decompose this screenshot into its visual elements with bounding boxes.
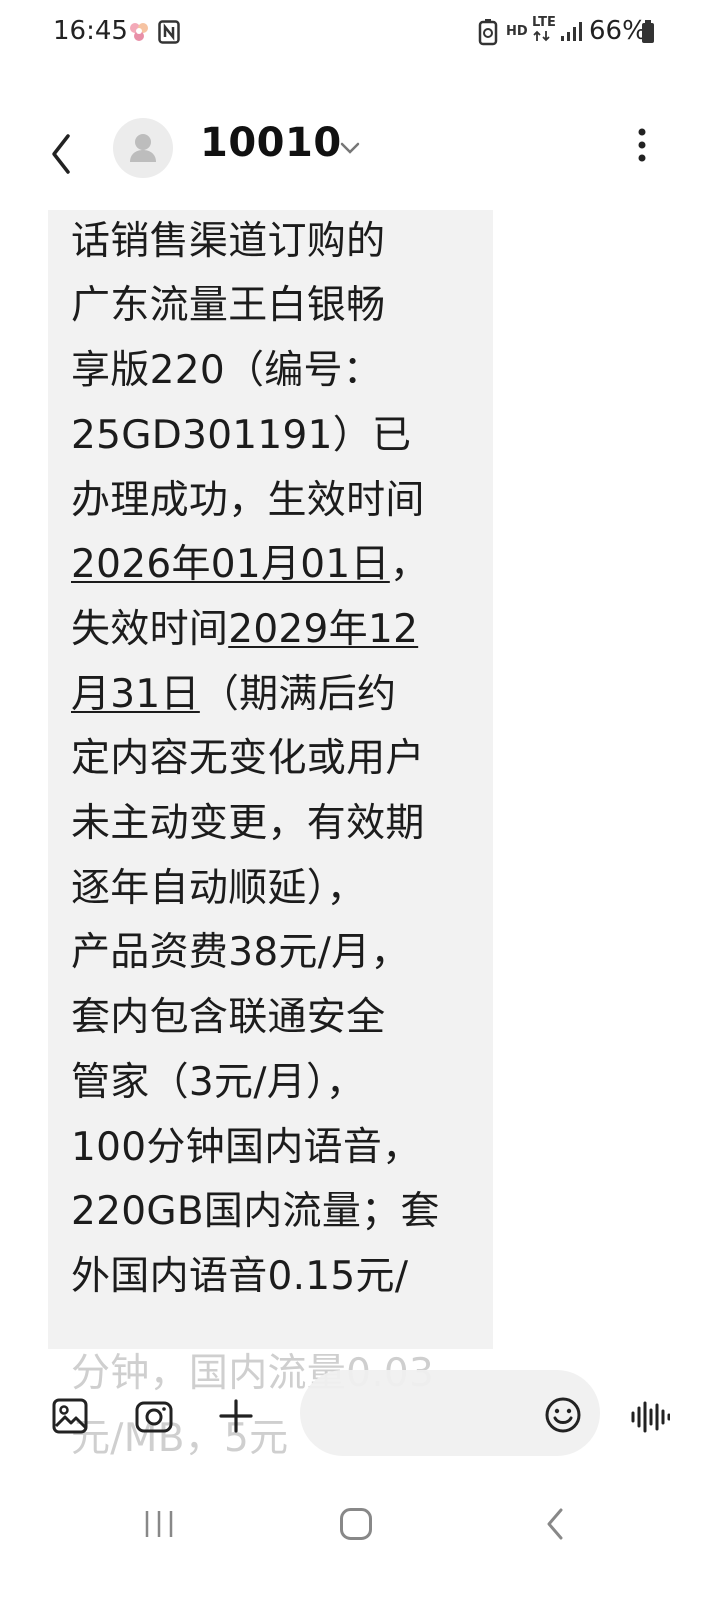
recents-icon[interactable] [143, 1508, 175, 1544]
message-line: 100分钟国内语音， [71, 1116, 481, 1181]
message-segment: 管家（3元/月）， [71, 1059, 366, 1105]
message-segment: 100分钟国内语音， [71, 1124, 422, 1170]
contact-name[interactable]: 10010 [200, 120, 342, 166]
plus-icon[interactable] [218, 1398, 254, 1438]
status-time: 16:45 [53, 16, 128, 46]
more-vert-icon [638, 128, 646, 162]
message-line: 2026年01月01日， [71, 533, 481, 598]
status-bar: 16:45 HD LTE 66% [0, 0, 720, 64]
message-segment: 外国内语音0.15元/ [71, 1253, 409, 1299]
message-segment: 广东流量王白银畅 [71, 283, 386, 329]
message-segment: 逐年自动顺延）， [71, 865, 366, 911]
message-segment: （期满后约 [199, 671, 397, 717]
message-segment: ， [389, 542, 430, 588]
back-icon[interactable] [543, 1507, 567, 1545]
image-icon[interactable] [52, 1398, 88, 1438]
message-line: 定内容无变化或用户 [71, 727, 481, 792]
message-line: 管家（3元/月）， [71, 1051, 481, 1116]
chevron-down-icon[interactable] [336, 134, 364, 162]
message-line: 广东流量王白银畅 [71, 274, 481, 339]
message-line: 220GB国内流量；套 [71, 1180, 481, 1245]
message-line: 外国内语音0.15元/ [71, 1245, 481, 1310]
battery-icon [641, 20, 655, 48]
nfc-icon [158, 20, 180, 48]
message-line: 月31日（期满后约 [71, 663, 481, 728]
message-line: 产品资费38元/月， [71, 921, 481, 986]
message-line: 未主动变更，有效期 [71, 792, 481, 857]
more-options-button[interactable] [630, 124, 654, 180]
message-segment: 办理成功，生效时间 [71, 477, 425, 523]
message-line: 享版220（编号： [71, 339, 481, 404]
voice-waveform-icon[interactable] [630, 1400, 671, 1438]
back-button[interactable] [40, 120, 84, 180]
signal-icon [560, 20, 584, 46]
camera-icon[interactable] [135, 1398, 173, 1438]
system-nav-bar [0, 1480, 720, 1600]
composer-bar [0, 1370, 720, 1470]
hd-badge: HD [506, 24, 528, 39]
message-line: 套内包含联通安全 [71, 986, 481, 1051]
message-text: 14日在中国联通电话销售渠道订购的广东流量王白银畅享版220（编号：25GD30… [71, 210, 481, 1310]
message-segment: 定内容无变化或用户 [71, 736, 425, 782]
message-link[interactable]: 2026年01月01日 [71, 542, 390, 587]
lte-badge: LTE [532, 16, 556, 46]
message-segment: 失效时间 [71, 606, 229, 652]
message-link[interactable]: 2029年12 [228, 607, 418, 652]
message-segment: 话销售渠道订购的 [71, 218, 386, 264]
message-segment: 套内包含联通安全 [71, 995, 386, 1041]
emoji-icon[interactable] [544, 1396, 582, 1438]
battery-percent: 66% [589, 16, 647, 46]
data-saver-icon [478, 18, 498, 50]
home-icon[interactable] [339, 1507, 373, 1545]
message-line: 25GD301191）已 [71, 404, 481, 469]
message-segment: 25GD301191）已 [71, 412, 412, 458]
back-arrow-icon [52, 134, 70, 174]
message-line: 逐年自动顺延）， [71, 857, 481, 922]
message-line: 失效时间2029年12 [71, 598, 481, 663]
contact-avatar[interactable] [113, 118, 173, 178]
message-list[interactable]: 14日在中国联通电话销售渠道订购的广东流量王白银畅享版220（编号：25GD30… [0, 210, 720, 1370]
message-line: 办理成功，生效时间 [71, 469, 481, 534]
app-notification-icon [126, 18, 152, 50]
message-link[interactable]: 月31日 [71, 672, 200, 717]
message-line: 话销售渠道订购的 [71, 210, 481, 274]
conversation-header: 10010 [0, 110, 720, 190]
message-segment: 未主动变更，有效期 [71, 801, 425, 847]
person-icon [130, 134, 156, 162]
message-segment: 享版220（编号： [71, 348, 383, 394]
message-segment: 220GB国内流量；套 [71, 1189, 440, 1235]
message-bubble[interactable]: 14日在中国联通电话销售渠道订购的广东流量王白银畅享版220（编号：25GD30… [48, 210, 493, 1349]
message-segment: 产品资费38元/月， [71, 930, 410, 976]
lte-label: LTE [532, 15, 556, 30]
